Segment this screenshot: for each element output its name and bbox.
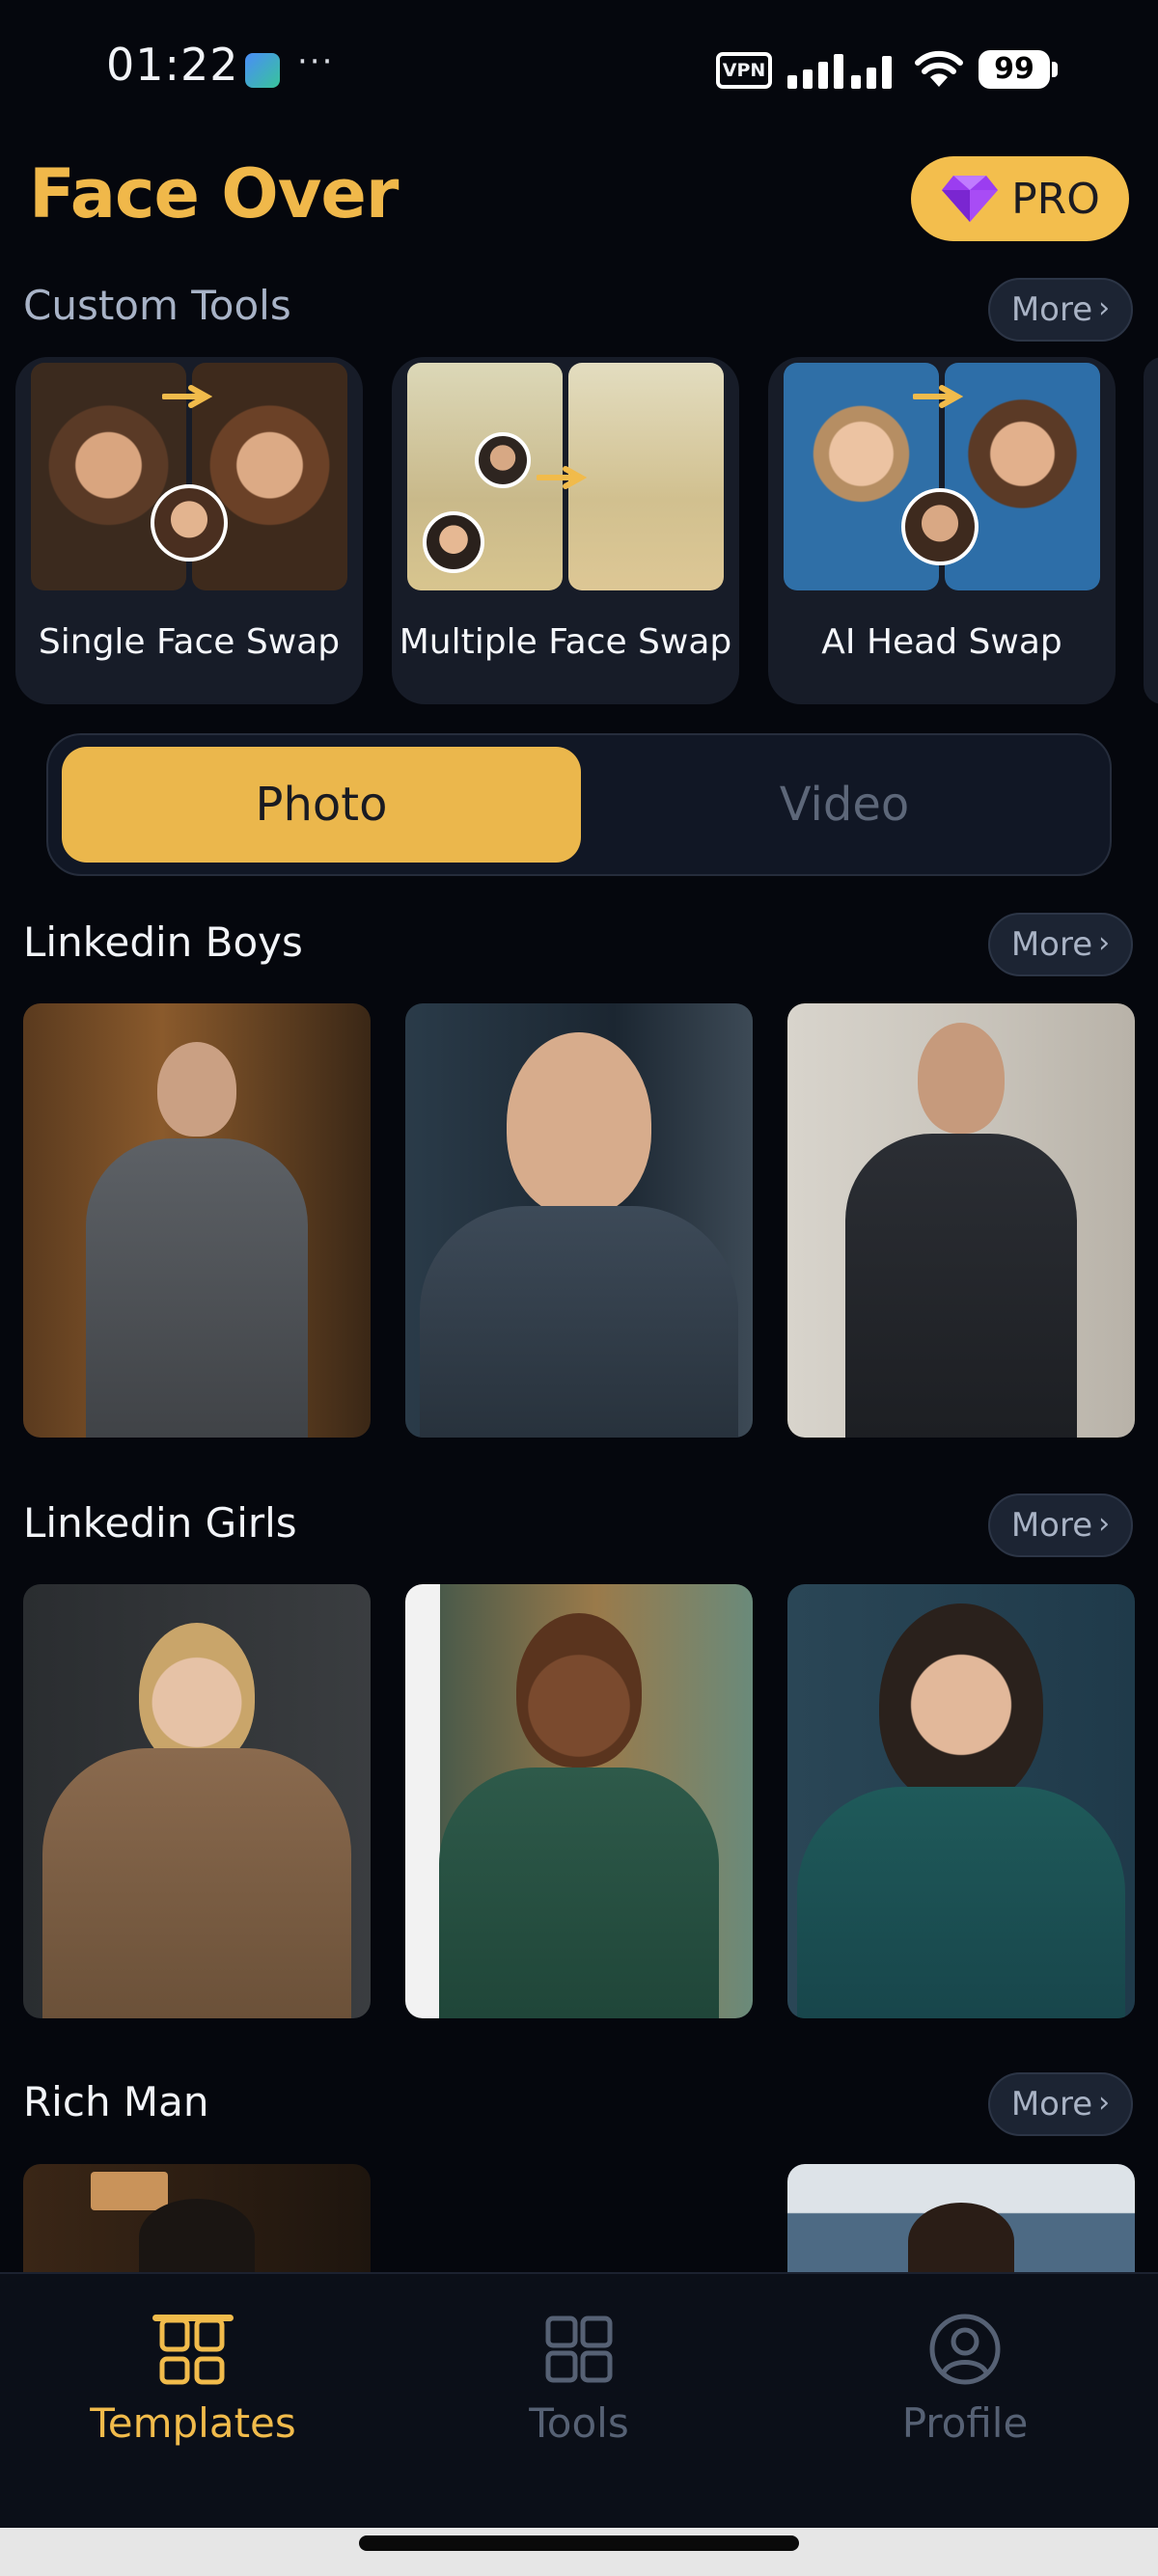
- custom-tools-title: Custom Tools: [23, 282, 291, 329]
- media-type-toggle: Photo Video: [46, 733, 1112, 876]
- wifi-icon: [915, 50, 963, 87]
- templates-icon: [159, 2317, 225, 2385]
- source-face-avatar: [901, 488, 979, 565]
- home-indicator[interactable]: [359, 2535, 799, 2551]
- template-card-rich-man-1[interactable]: [23, 2164, 371, 2272]
- vpn-icon: VPN: [716, 52, 772, 89]
- tool-label: Single Face Swap: [38, 622, 341, 662]
- custom-tools-more-button[interactable]: More ›: [988, 278, 1133, 342]
- linkedin-boys-title: Linkedin Boys: [23, 918, 303, 966]
- template-preview-image: [879, 1603, 1043, 1806]
- more-label: More: [1010, 290, 1093, 329]
- more-notifications-icon: ···: [297, 42, 335, 81]
- source-face-avatar: [475, 432, 531, 488]
- diamond-icon: [942, 176, 999, 222]
- tool-card-peek[interactable]: [1144, 357, 1158, 704]
- chevron-right-icon: ›: [1098, 925, 1111, 960]
- template-preview-image: [157, 1042, 236, 1137]
- template-card-rich-man-2[interactable]: [787, 2164, 1135, 2272]
- linkedin-girls-title: Linkedin Girls: [23, 1499, 297, 1547]
- nav-label: Tools: [529, 2399, 629, 2447]
- suit-shape: [420, 1206, 738, 1438]
- more-label: More: [1010, 1506, 1093, 1545]
- source-face-avatar: [423, 511, 484, 573]
- blazer-shape: [42, 1748, 351, 2018]
- bottom-navigation: Templates Tools Profile: [0, 2272, 1158, 2528]
- tools-icon: [545, 2316, 613, 2383]
- template-card-linkedin-boy-3[interactable]: [787, 1003, 1135, 1438]
- pro-label: PRO: [1011, 174, 1100, 224]
- profile-icon: [929, 2314, 1001, 2385]
- signal-icon: [787, 50, 896, 89]
- tool-card-multiple-face-swap[interactable]: Multiple Face Swap: [392, 357, 739, 704]
- nav-label: Profile: [901, 2399, 1029, 2447]
- template-card-linkedin-boy-1[interactable]: [23, 1003, 371, 1438]
- video-tab[interactable]: Video: [589, 747, 1100, 863]
- rich-man-more-button[interactable]: More ›: [988, 2072, 1133, 2136]
- photo-tab[interactable]: Photo: [62, 747, 581, 863]
- template-card-linkedin-girl-1[interactable]: [23, 1584, 371, 2018]
- template-preview-image: [516, 1613, 642, 1768]
- rich-man-title: Rich Man: [23, 2078, 209, 2125]
- more-label: More: [1010, 925, 1093, 964]
- tool-card-single-face-swap[interactable]: Single Face Swap: [15, 357, 363, 704]
- template-preview-image: [139, 1623, 255, 1768]
- status-bar: 01:22 ··· VPN 99: [0, 0, 1158, 145]
- arrow-right-icon: [913, 385, 963, 408]
- linkedin-boys-more-button[interactable]: More ›: [988, 913, 1133, 976]
- battery-icon: 99: [979, 50, 1050, 89]
- suit-shape: [845, 1134, 1077, 1438]
- tool-label: AI Head Swap: [821, 622, 1062, 662]
- chevron-right-icon: ›: [1098, 1506, 1111, 1541]
- template-card-linkedin-boy-2[interactable]: [405, 1003, 753, 1438]
- template-card-linkedin-girl-2[interactable]: [405, 1584, 753, 2018]
- linkedin-girls-more-button[interactable]: More ›: [988, 1494, 1133, 1557]
- status-time: 01:22: [106, 39, 239, 91]
- pro-button[interactable]: PRO: [911, 156, 1129, 241]
- more-label: More: [1010, 2085, 1093, 2124]
- notification-app-icon: [245, 53, 280, 88]
- arrow-right-icon: [162, 385, 212, 408]
- chevron-right-icon: ›: [1098, 2085, 1111, 2120]
- nav-profile[interactable]: Profile: [820, 2311, 1110, 2447]
- tool-carousel[interactable]: Single Face Swap Multiple Face Swap AI H…: [0, 357, 1158, 704]
- nav-templates[interactable]: Templates: [48, 2311, 338, 2447]
- nav-tools[interactable]: Tools: [434, 2311, 724, 2447]
- template-preview-image: [139, 2199, 255, 2272]
- suit-shape: [86, 1138, 308, 1438]
- nav-label: Templates: [90, 2399, 296, 2447]
- source-face-avatar: [151, 484, 228, 562]
- battery-tip: [1052, 62, 1058, 77]
- blazer-shape: [797, 1787, 1125, 2018]
- tool-label: Multiple Face Swap: [399, 622, 732, 662]
- template-card-linkedin-girl-3[interactable]: [787, 1584, 1135, 2018]
- blazer-shape: [439, 1768, 719, 2018]
- app-title: Face Over: [29, 154, 399, 233]
- template-preview-image: [908, 2203, 1014, 2272]
- template-preview-image: [507, 1032, 651, 1216]
- arrow-right-icon: [537, 466, 587, 489]
- chevron-right-icon: ›: [1098, 290, 1111, 325]
- tool-card-ai-head-swap[interactable]: AI Head Swap: [768, 357, 1116, 704]
- template-preview-image: [918, 1023, 1005, 1134]
- lamp-shape: [91, 2172, 168, 2210]
